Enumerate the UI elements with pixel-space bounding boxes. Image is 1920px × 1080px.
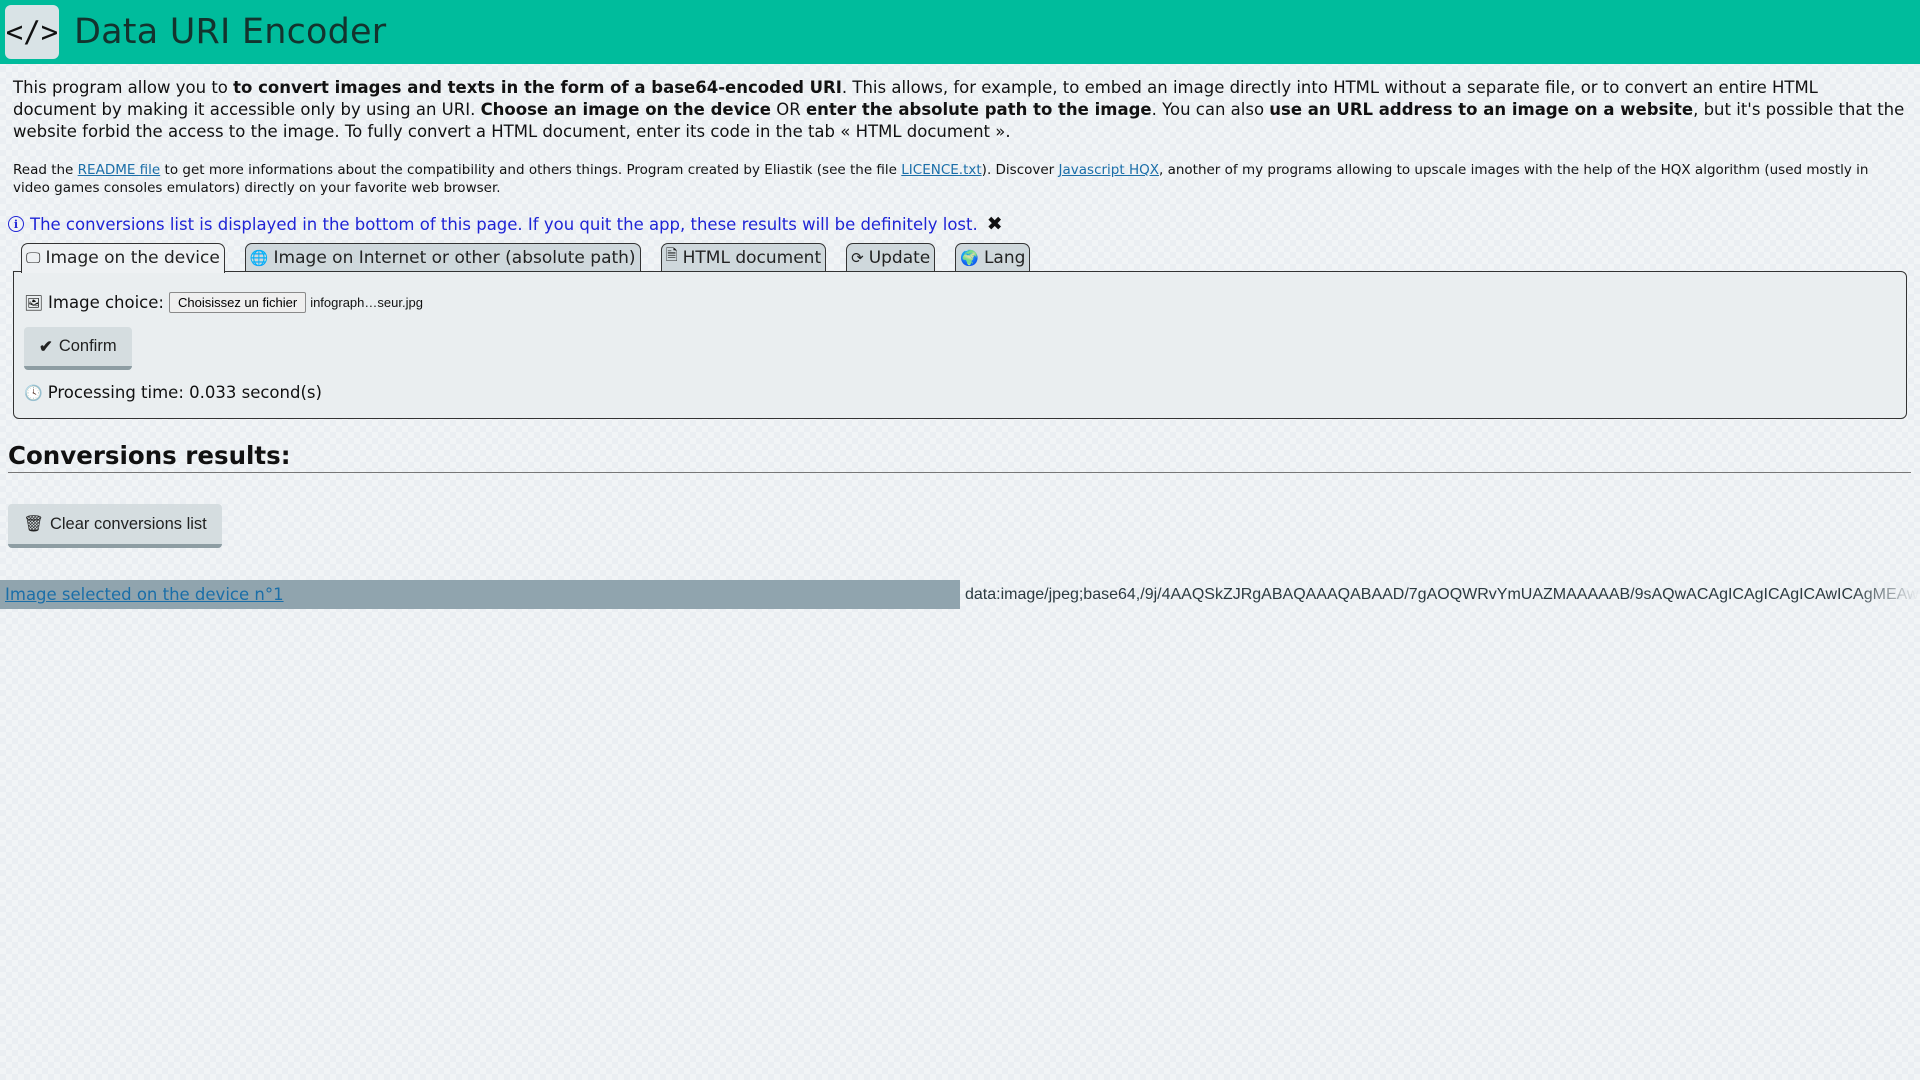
tab-image-device[interactable]: 🖵 Image on the device <box>21 242 225 273</box>
results-heading: Conversions results: <box>8 441 1911 473</box>
refresh-icon: ⟳ <box>851 248 864 267</box>
check-icon: ✔ <box>39 337 53 356</box>
selected-file-name: infograph…seur.jpg <box>310 295 423 310</box>
tab-update[interactable]: ⟳ Update <box>846 243 936 271</box>
globe-lang-icon: 🌍 <box>960 248 979 267</box>
header-bar: </> Data URI Encoder <box>0 0 1920 64</box>
notice-text: The conversions list is displayed in the… <box>30 214 978 234</box>
file-chooser-button[interactable]: Choisissez un fichier <box>168 292 307 313</box>
result-label-cell: Image selected on the device n°1 <box>0 580 960 609</box>
tab-bar: 🖵 Image on the device 🌐 Image on Interne… <box>21 242 1920 273</box>
logo-code-icon: </> <box>5 5 59 59</box>
credits-text: Read the README file to get more informa… <box>13 162 1869 196</box>
intro-text: This program allow you to to convert ima… <box>13 78 1905 141</box>
hqx-link[interactable]: Javascript HQX <box>1059 162 1159 178</box>
result-row: Image selected on the device n°1 data:im… <box>0 580 1920 609</box>
result-link[interactable]: Image selected on the device n°1 <box>5 585 284 604</box>
readme-link[interactable]: README file <box>78 162 161 178</box>
tab-image-internet[interactable]: 🌐 Image on Internet or other (absolute p… <box>244 243 641 271</box>
trash-icon: 🗑 <box>23 514 44 533</box>
confirm-button[interactable]: ✔ Confirm <box>24 327 132 370</box>
image-choice-row: 🖼 Image choice: Choisissez un fichier in… <box>24 292 1897 313</box>
globe-icon: 🌐 <box>249 248 269 267</box>
monitor-icon: 🖵 <box>26 249 41 267</box>
close-icon[interactable]: ✖ <box>987 213 1003 235</box>
info-icon: i <box>8 216 24 232</box>
result-data-uri[interactable]: data:image/jpeg;base64,/9j/4AAQSkZJRgABA… <box>960 586 1920 604</box>
clock-icon: 🕓 <box>24 383 43 402</box>
image-choice-label: Image choice: <box>48 293 164 312</box>
document-icon: 🗎 <box>665 246 678 264</box>
tab-lang[interactable]: 🌍 Lang <box>955 243 1031 271</box>
image-device-panel: 🖼 Image choice: Choisissez un fichier in… <box>13 271 1907 419</box>
app-title: Data URI Encoder <box>74 12 387 52</box>
notice-banner: i The conversions list is displayed in t… <box>8 213 1920 235</box>
tab-html-document[interactable]: 🗎 HTML document <box>660 243 827 271</box>
clear-conversions-button[interactable]: 🗑 Clear conversions list <box>8 504 222 548</box>
licence-link[interactable]: LICENCE.txt <box>901 162 981 178</box>
processing-time: 🕓 Processing time: 0.033 second(s) <box>24 383 322 402</box>
image-icon: 🖼 <box>24 293 44 312</box>
